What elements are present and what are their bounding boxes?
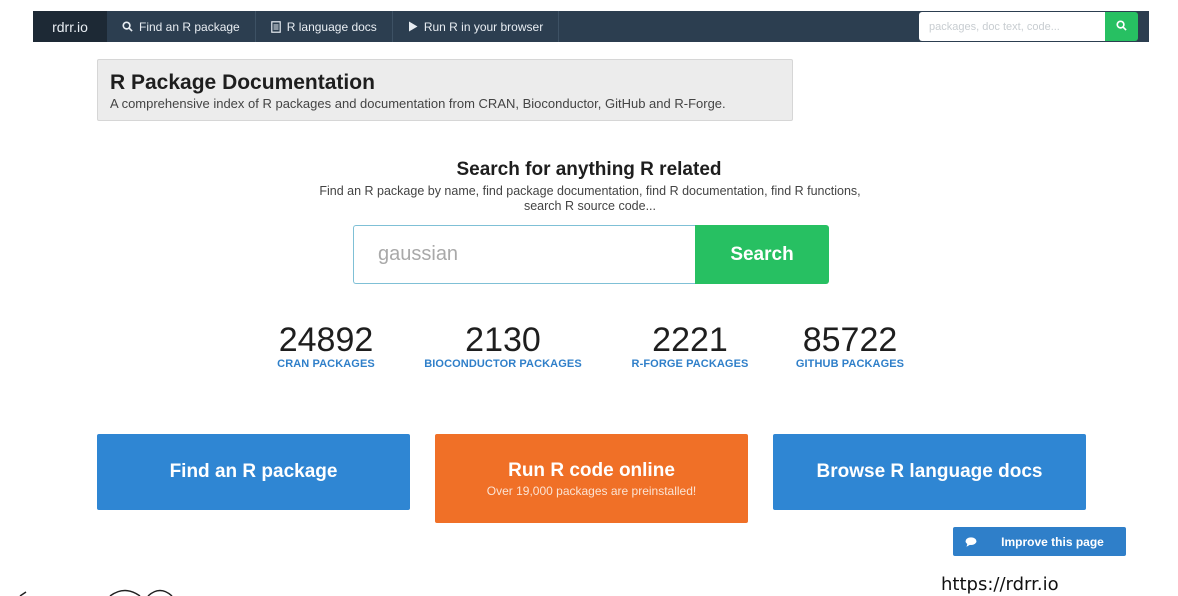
nav-language-docs[interactable]: R language docs xyxy=(256,11,393,42)
stat-bioconductor-value: 2130 xyxy=(465,321,541,359)
browse-docs-button[interactable]: Browse R language docs xyxy=(773,434,1086,510)
page-url-caption: https://rdrr.io xyxy=(941,574,1059,595)
cropped-shapes-graphic xyxy=(19,589,173,596)
brand-logo[interactable]: rdrr.io xyxy=(33,11,107,42)
find-package-label: Find an R package xyxy=(169,461,338,482)
nav-run-r-label: Run R in your browser xyxy=(423,19,544,34)
stat-github-link[interactable]: GITHUB PACKAGES xyxy=(796,358,904,370)
run-r-online-sublabel: Over 19,000 packages are preinstalled! xyxy=(486,483,697,498)
run-r-online-button[interactable]: Run R code online Over 19,000 packages a… xyxy=(435,434,748,523)
stat-bioconductor: 2130 BIOCONDUCTOR PACKAGES xyxy=(424,322,582,370)
run-r-online-label: Run R code online xyxy=(508,459,675,481)
search-icon xyxy=(1116,18,1127,36)
page-header: R Package Documentation A comprehensive … xyxy=(97,59,793,121)
search-heading: Search for anything R related xyxy=(456,159,722,180)
comment-icon xyxy=(953,536,989,547)
main-search-input[interactable] xyxy=(353,225,695,284)
page-title: R Package Documentation xyxy=(110,71,375,94)
find-package-button[interactable]: Find an R package xyxy=(97,434,410,510)
navbar-search-button[interactable] xyxy=(1105,12,1138,41)
search-description: Find an R package by name, find package … xyxy=(319,184,861,213)
improve-page-label: Improve this page xyxy=(1001,534,1104,549)
stat-rforge-value: 2221 xyxy=(652,321,728,359)
stat-rforge-link[interactable]: R-FORGE PACKAGES xyxy=(632,358,749,370)
nav-language-docs-label: R language docs xyxy=(286,19,377,34)
stat-cran: 24892 CRAN PACKAGES xyxy=(277,322,375,370)
main-search-form: Search xyxy=(353,225,829,284)
nav-find-package[interactable]: Find an R package xyxy=(107,11,256,42)
stat-github-value: 85722 xyxy=(802,321,898,359)
main-search-button[interactable]: Search xyxy=(695,225,829,284)
navbar-search-input[interactable] xyxy=(919,12,1105,41)
improve-page-button[interactable]: Improve this page xyxy=(953,527,1126,556)
navbar-search xyxy=(919,12,1138,41)
nav-find-package-label: Find an R package xyxy=(139,19,240,34)
browse-docs-label: Browse R language docs xyxy=(816,461,1043,482)
nav-run-r[interactable]: Run R in your browser xyxy=(393,11,560,42)
stat-cran-link[interactable]: CRAN PACKAGES xyxy=(277,358,375,370)
play-icon xyxy=(408,21,418,32)
stat-github: 85722 GITHUB PACKAGES xyxy=(796,322,904,370)
top-navbar: rdrr.io Find an R package R language doc… xyxy=(33,11,1149,42)
stat-cran-value: 24892 xyxy=(278,321,374,359)
search-icon xyxy=(122,21,133,32)
document-icon xyxy=(270,20,281,33)
page-subtitle: A comprehensive index of R packages and … xyxy=(110,96,726,111)
stat-rforge: 2221 R-FORGE PACKAGES xyxy=(632,322,749,370)
stat-bioconductor-link[interactable]: BIOCONDUCTOR PACKAGES xyxy=(424,358,582,370)
